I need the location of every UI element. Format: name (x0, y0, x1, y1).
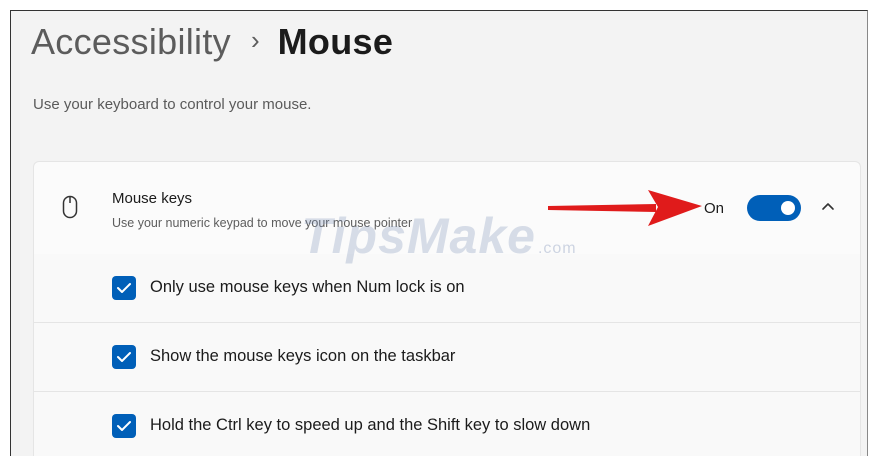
mouse-keys-toggle[interactable] (747, 195, 801, 221)
mouse-keys-title: Mouse keys (112, 190, 193, 207)
mouse-icon (62, 195, 78, 219)
ctrl-shift-checkbox[interactable] (112, 414, 136, 438)
toggle-knob (781, 201, 795, 215)
checkmark-icon (117, 283, 131, 293)
settings-window: Accessibility › Mouse Use your keyboard … (10, 10, 868, 456)
page-subtitle: Use your keyboard to control your mouse. (33, 96, 312, 113)
mouse-keys-card: Mouse keys Use your numeric keypad to mo… (33, 161, 861, 456)
mouse-keys-description: Use your numeric keypad to move your mou… (112, 216, 413, 230)
option-label: Only use mouse keys when Num lock is on (150, 278, 465, 296)
breadcrumb-accessibility[interactable]: Accessibility (31, 21, 231, 63)
num-lock-checkbox[interactable] (112, 276, 136, 300)
option-row-ctrl-shift: Hold the Ctrl key to speed up and the Sh… (34, 392, 860, 456)
option-row-num-lock: Only use mouse keys when Num lock is on (34, 254, 860, 323)
breadcrumb: Accessibility › Mouse (31, 21, 393, 63)
option-row-taskbar-icon: Show the mouse keys icon on the taskbar (34, 323, 860, 392)
toggle-state-label: On (704, 200, 725, 217)
option-label: Show the mouse keys icon on the taskbar (150, 347, 456, 365)
breadcrumb-separator: › (250, 24, 260, 55)
checkmark-icon (117, 352, 131, 362)
red-arrow-annotation (548, 190, 702, 226)
mouse-keys-row[interactable]: Mouse keys Use your numeric keypad to mo… (34, 162, 860, 255)
chevron-up-icon[interactable] (818, 196, 838, 216)
option-label: Hold the Ctrl key to speed up and the Sh… (150, 416, 591, 434)
page-title: Mouse (277, 21, 394, 62)
taskbar-icon-checkbox[interactable] (112, 345, 136, 369)
checkmark-icon (117, 421, 131, 431)
